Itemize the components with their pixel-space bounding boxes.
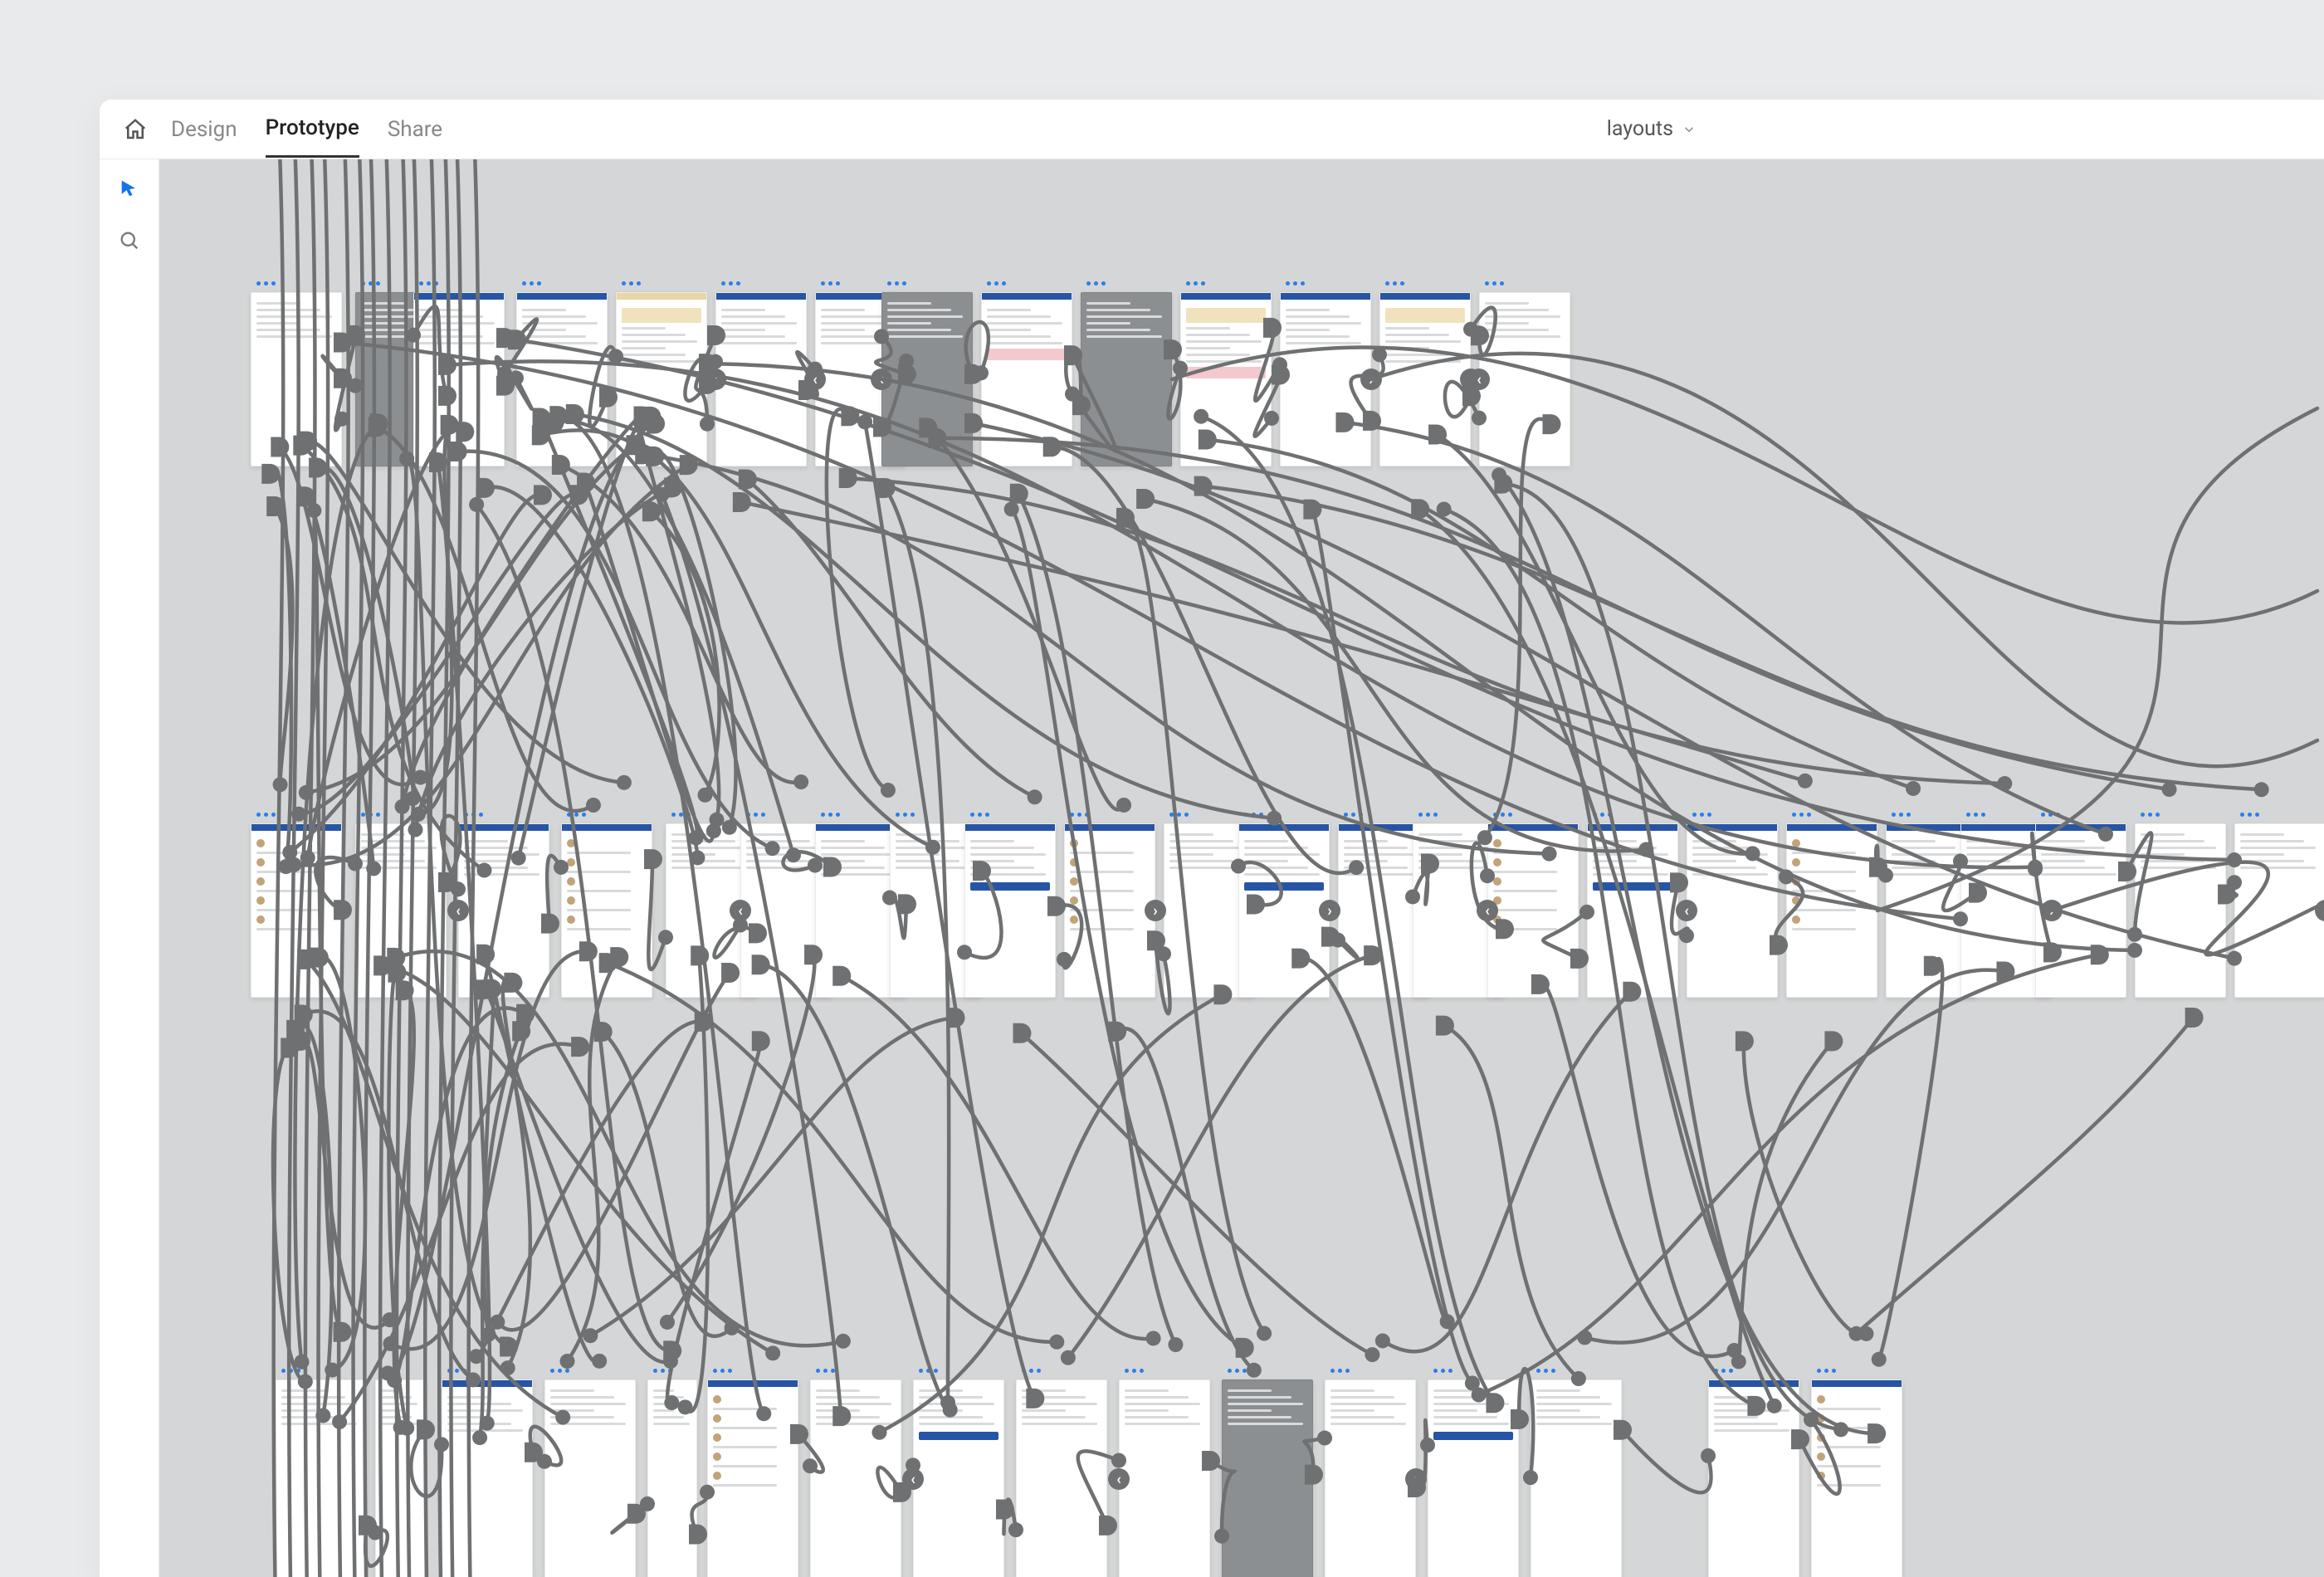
chevron-right-icon[interactable]: ›	[1145, 900, 1166, 921]
chevron-right-icon[interactable]: ›	[1319, 900, 1340, 921]
artboard[interactable]	[715, 292, 807, 466]
artboard[interactable]	[981, 292, 1072, 466]
artboard[interactable]	[707, 1379, 798, 1577]
artboard[interactable]	[1487, 823, 1579, 998]
artboard[interactable]	[1587, 823, 1678, 998]
artboard[interactable]	[1064, 823, 1155, 998]
document-name-dropdown[interactable]: layouts	[1607, 117, 1697, 141]
chevron-left-icon[interactable]: ‹	[730, 900, 751, 921]
artboard[interactable]	[2234, 823, 2324, 998]
chevron-left-icon[interactable]: ‹	[804, 369, 826, 390]
artboard[interactable]	[1531, 1379, 1622, 1577]
chevron-right-icon[interactable]: ›	[1360, 369, 1382, 390]
app-window: Design Prototype Share layouts	[100, 100, 2324, 1577]
artboard[interactable]	[251, 292, 342, 466]
artboard[interactable]	[1081, 292, 1172, 466]
artboard[interactable]	[1479, 292, 1570, 466]
artboard[interactable]	[1786, 823, 1877, 998]
tab-share[interactable]: Share	[388, 102, 442, 157]
chevron-left-icon[interactable]: ‹	[1108, 1468, 1130, 1490]
chevron-left-icon[interactable]: ‹	[871, 369, 892, 390]
tab-prototype[interactable]: Prototype	[266, 100, 359, 158]
chevron-left-icon[interactable]: ‹	[705, 369, 726, 390]
chevron-left-icon[interactable]: ‹	[902, 1468, 924, 1490]
artboard[interactable]	[1238, 823, 1330, 998]
artboard[interactable]	[355, 823, 447, 998]
artboard[interactable]	[1180, 292, 1272, 466]
artboard[interactable]	[375, 1379, 425, 1577]
artboard[interactable]	[810, 1379, 901, 1577]
artboard[interactable]	[1325, 1379, 1416, 1577]
artboard[interactable]	[561, 823, 652, 998]
artboard[interactable]	[1379, 292, 1471, 466]
artboard[interactable]	[413, 292, 505, 466]
artboard[interactable]	[2135, 823, 2226, 998]
artboard[interactable]	[1119, 1379, 1210, 1577]
artboard[interactable]	[1016, 1379, 1107, 1577]
artboard[interactable]	[251, 823, 342, 998]
artboard[interactable]	[647, 1379, 697, 1577]
artboard[interactable]	[516, 292, 608, 466]
artboard[interactable]	[616, 292, 707, 466]
chevron-left-icon[interactable]: ‹	[1468, 369, 1490, 390]
chevron-left-icon[interactable]: ‹	[1477, 900, 1498, 921]
artboard[interactable]	[1708, 1379, 1799, 1577]
artboard[interactable]	[1687, 823, 1778, 998]
prototype-canvas[interactable]: ‹‹‹››‹‹‹››‹‹››‹‹›	[159, 159, 2324, 1577]
search-tool[interactable]	[115, 226, 144, 256]
chevron-left-icon[interactable]: ‹	[447, 900, 469, 921]
artboard[interactable]	[1811, 1379, 1902, 1577]
chevron-down-icon	[1682, 122, 1697, 137]
artboard[interactable]	[276, 1379, 367, 1577]
tab-design[interactable]: Design	[171, 102, 237, 157]
chevron-right-icon[interactable]: ›	[2041, 900, 2063, 921]
chevron-left-icon[interactable]: ‹	[1676, 900, 1697, 921]
artboard[interactable]	[442, 1379, 533, 1577]
artboard[interactable]	[964, 823, 1056, 998]
top-bar: Design Prototype Share layouts	[100, 100, 2324, 159]
home-icon[interactable]	[123, 117, 148, 142]
artboard[interactable]	[1428, 1379, 1519, 1577]
artboard[interactable]	[1222, 1379, 1313, 1577]
artboard[interactable]	[881, 292, 973, 466]
artboard[interactable]	[544, 1379, 636, 1577]
chevron-right-icon[interactable]: ›	[1405, 1468, 1427, 1490]
artboard[interactable]	[458, 823, 549, 998]
artboard[interactable]	[1280, 292, 1371, 466]
select-tool[interactable]	[115, 174, 144, 204]
artboard[interactable]	[913, 1379, 1004, 1577]
mode-tabs: Design Prototype Share	[171, 100, 442, 158]
document-name-label: layouts	[1607, 117, 1673, 141]
tool-rail	[100, 159, 159, 1577]
